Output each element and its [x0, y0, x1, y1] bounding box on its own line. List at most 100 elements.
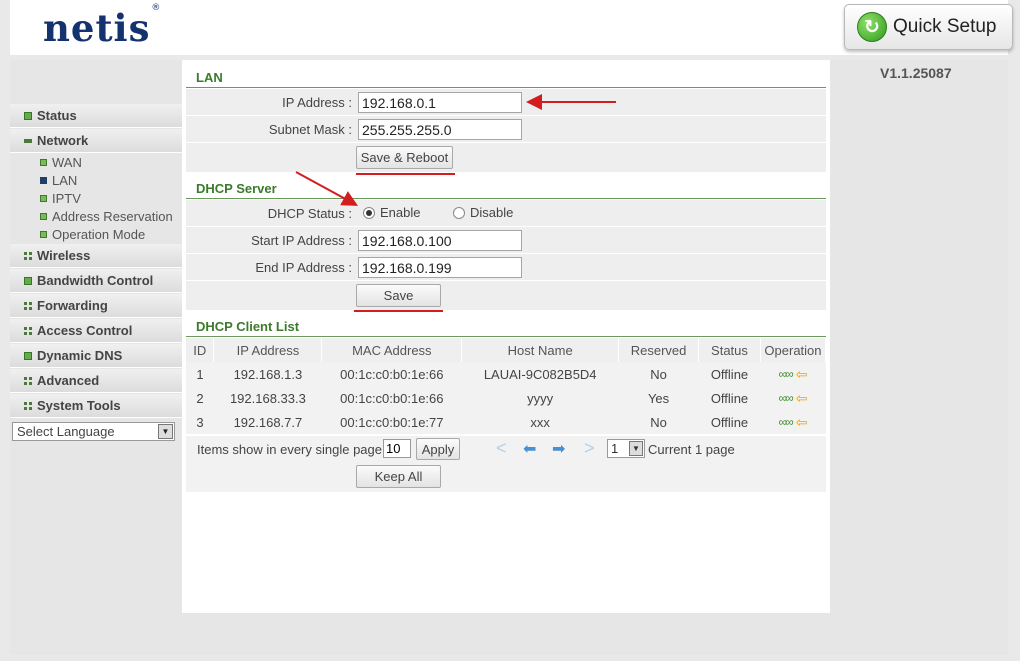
- items-per-page-label: Items show in every single page: [197, 442, 382, 457]
- subitem-label: WAN: [52, 154, 82, 170]
- plus-square-icon: [40, 212, 47, 220]
- quick-setup-button[interactable]: ↻ Quick Setup: [844, 4, 1013, 50]
- sidebar-item-label: System Tools: [37, 398, 121, 413]
- prev-page-icon[interactable]: ⬅: [523, 439, 536, 459]
- items-per-page-input[interactable]: [383, 439, 411, 458]
- grid-icon: [24, 326, 32, 335]
- back-arrow-icon[interactable]: ⇦: [796, 414, 808, 431]
- cell-reserved: No: [618, 410, 699, 434]
- last-page-icon[interactable]: >: [584, 438, 595, 459]
- cell-reserved: Yes: [618, 386, 699, 410]
- table-header-row: ID IP Address MAC Address Host Name Rese…: [186, 338, 827, 362]
- grid-icon: [24, 251, 32, 260]
- cell-ip: 192.168.7.7: [213, 410, 322, 434]
- header-bar: netis® ↻ Quick Setup: [10, 0, 1013, 55]
- start-ip-input[interactable]: [358, 230, 522, 251]
- link-icon[interactable]: ∞∞: [779, 367, 794, 381]
- main-panel: LAN IP Address : Subnet Mask : Save & Re…: [182, 60, 830, 613]
- disable-label: Disable: [470, 205, 514, 220]
- language-select[interactable]: Select Language ▼: [12, 422, 175, 441]
- subnet-mask-input[interactable]: [358, 119, 522, 140]
- cell-mac: 00:1c:c0:b0:1e:66: [321, 386, 462, 410]
- sidebar-item-dynamic-dns[interactable]: Dynamic DNS: [10, 344, 182, 368]
- annotation-underline: [354, 310, 443, 312]
- chevron-down-icon[interactable]: ▼: [158, 424, 173, 439]
- end-ip-row: End IP Address :: [186, 254, 826, 281]
- sidebar-subitem-wan[interactable]: WAN: [40, 153, 82, 171]
- page-select[interactable]: 1 ▼: [607, 439, 645, 458]
- enable-label: Enable: [380, 205, 421, 220]
- current-page-text: Current 1 page: [648, 442, 735, 457]
- back-arrow-icon[interactable]: ⇦: [796, 390, 808, 407]
- cell-mac: 00:1c:c0:b0:1e:77: [321, 410, 462, 434]
- save-reboot-button[interactable]: Save & Reboot: [356, 146, 453, 169]
- sidebar-subitem-lan[interactable]: LAN: [40, 171, 77, 189]
- end-ip-input[interactable]: [358, 257, 522, 278]
- column-header: Host Name: [461, 338, 620, 362]
- client-table: ID IP Address MAC Address Host Name Rese…: [186, 338, 827, 434]
- sidebar-item-forwarding[interactable]: Forwarding: [10, 294, 182, 318]
- cell-mac: 00:1c:c0:b0:1e:66: [321, 362, 462, 386]
- sidebar-subitem-iptv[interactable]: IPTV: [40, 189, 81, 207]
- sidebar-item-label: Access Control: [37, 323, 133, 338]
- chevron-down-icon[interactable]: ▼: [629, 441, 643, 456]
- sidebar-item-system-tools[interactable]: System Tools: [10, 394, 182, 418]
- sidebar-item-network[interactable]: Network: [10, 129, 182, 153]
- sidebar-subitem-operation-mode[interactable]: Operation Mode: [40, 225, 145, 243]
- plus-square-icon: [40, 158, 47, 166]
- sidebar-item-label: Advanced: [37, 373, 100, 388]
- apply-button[interactable]: Apply: [416, 438, 460, 460]
- sidebar-item-label: Dynamic DNS: [37, 348, 123, 363]
- subitem-label: Address Reservation: [52, 208, 173, 224]
- column-header: Reserved: [618, 338, 700, 362]
- link-icon[interactable]: ∞∞: [779, 415, 794, 429]
- column-header: ID: [186, 338, 215, 362]
- keep-all-row: Keep All: [186, 462, 826, 492]
- cell-status: Offline: [698, 410, 761, 434]
- link-icon[interactable]: ∞∞: [779, 391, 794, 405]
- plus-square-icon: [40, 194, 47, 202]
- save-button[interactable]: Save: [356, 284, 441, 307]
- sidebar: Status Network WAN LAN IPTV Address Rese…: [10, 60, 182, 655]
- language-select-value: Select Language: [17, 424, 115, 439]
- cell-status: Offline: [698, 386, 761, 410]
- grid-icon: [24, 301, 32, 310]
- cell-ip: 192.168.1.3: [213, 362, 322, 386]
- lan-section-title: LAN: [186, 64, 826, 88]
- logo-registered-mark: ®: [151, 2, 162, 13]
- plus-square-icon: [24, 351, 32, 360]
- start-ip-label: Start IP Address :: [251, 233, 352, 248]
- next-page-icon[interactable]: ➡: [552, 439, 565, 459]
- keep-all-button[interactable]: Keep All: [356, 465, 441, 488]
- back-arrow-icon[interactable]: ⇦: [796, 366, 808, 383]
- dhcp-enable-radio[interactable]: Enable: [363, 205, 420, 220]
- lan-button-row: Save & Reboot: [186, 143, 826, 173]
- grid-icon: [24, 376, 32, 385]
- page-select-value: 1: [611, 441, 619, 456]
- cell-id: 1: [186, 362, 214, 386]
- table-row: 3 192.168.7.7 00:1c:c0:b0:1e:77 xxx No O…: [186, 410, 826, 434]
- column-header: Status: [698, 338, 761, 362]
- client-list-title: DHCP Client List: [186, 313, 826, 337]
- column-header: Operation: [760, 338, 827, 362]
- end-ip-label: End IP Address :: [255, 260, 352, 275]
- subitem-label: IPTV: [52, 190, 81, 206]
- dhcp-disable-radio[interactable]: Disable: [453, 205, 513, 220]
- sidebar-item-label: Bandwidth Control: [37, 273, 154, 288]
- table-row: 1 192.168.1.3 00:1c:c0:b0:1e:66 LAUAI-9C…: [186, 362, 826, 386]
- sidebar-item-wireless[interactable]: Wireless: [10, 244, 182, 268]
- cell-operation: ∞∞ ⇦: [760, 362, 826, 386]
- sidebar-subitem-address-reservation[interactable]: Address Reservation: [40, 207, 173, 225]
- column-header: MAC Address: [321, 338, 463, 362]
- sidebar-item-advanced[interactable]: Advanced: [10, 369, 182, 393]
- refresh-icon: ↻: [857, 12, 887, 42]
- first-page-icon[interactable]: <: [496, 438, 507, 459]
- cell-id: 2: [186, 386, 214, 410]
- cell-operation: ∞∞ ⇦: [760, 386, 826, 410]
- ip-address-input[interactable]: [358, 92, 522, 113]
- sidebar-item-bandwidth-control[interactable]: Bandwidth Control: [10, 269, 182, 293]
- annotation-underline: [356, 173, 455, 175]
- sidebar-item-access-control[interactable]: Access Control: [10, 319, 182, 343]
- sidebar-item-status[interactable]: Status: [10, 104, 182, 128]
- plus-square-icon: [24, 276, 32, 285]
